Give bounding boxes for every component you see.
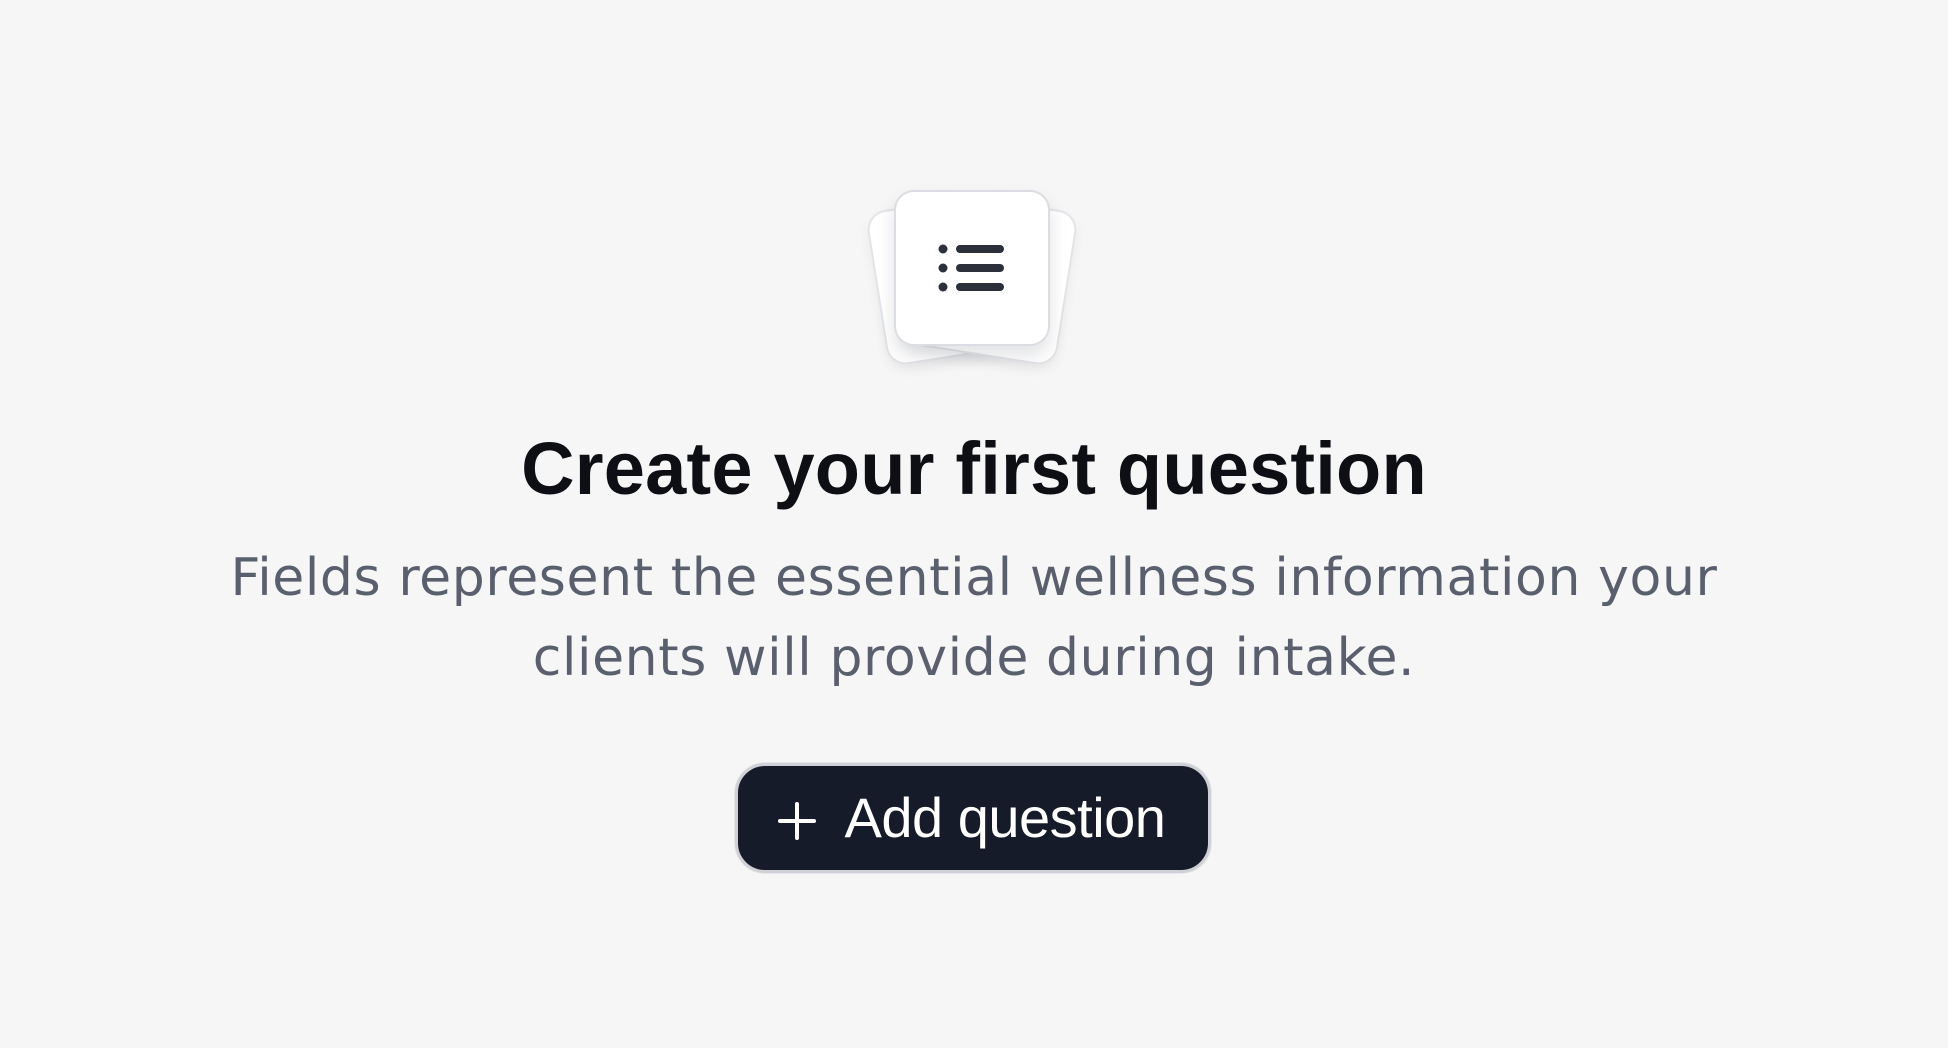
add-question-button-label: Add question: [844, 786, 1166, 849]
stacked-cards-illustration: [862, 186, 1082, 368]
illustration-card-front: [894, 190, 1050, 346]
add-question-button[interactable]: Add question: [735, 763, 1211, 873]
empty-state: Create your first question Fields repres…: [0, 0, 1948, 1048]
plus-icon: [777, 802, 816, 840]
list-icon: [938, 244, 1004, 292]
empty-state-title: Create your first question: [521, 427, 1427, 510]
empty-state-description: Fields represent the essential wellness …: [230, 548, 1718, 688]
